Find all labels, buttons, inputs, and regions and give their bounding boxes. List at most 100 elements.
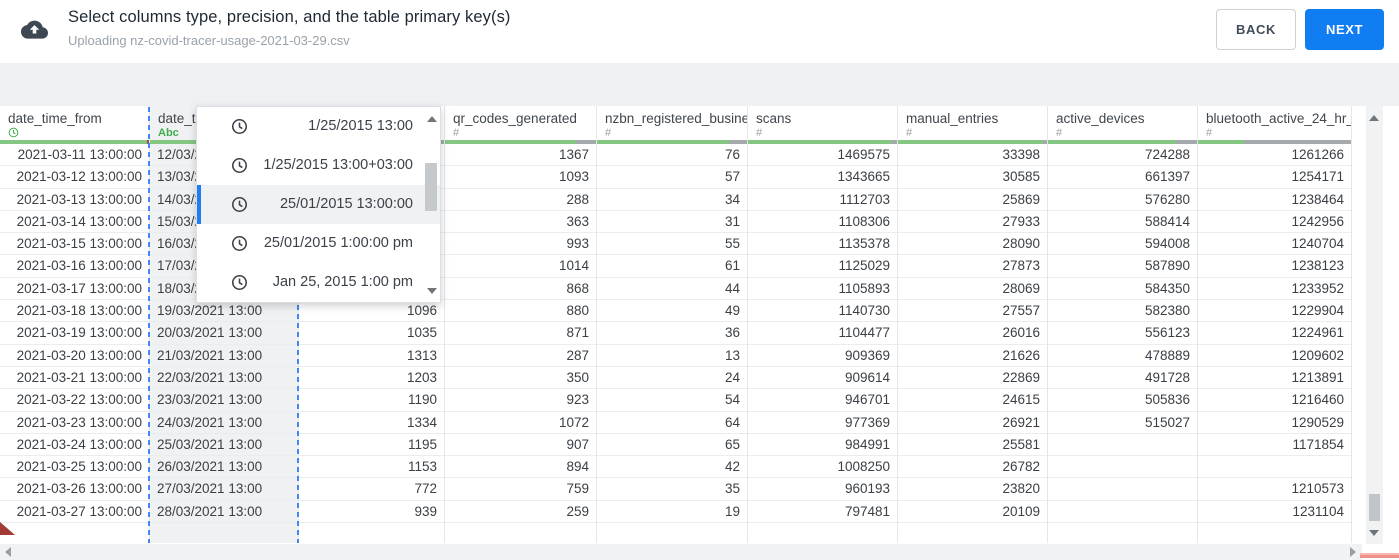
column-header-bluetooth_active_24_hr_[interactable]: bluetooth_active_24_hr_ # xyxy=(1198,106,1351,140)
dropdown-option-label: 25/01/2015 13:00:00 xyxy=(279,196,413,212)
table-cell: 22/03/2021 13:00 xyxy=(150,367,298,390)
table-cell: 1242956 xyxy=(1198,211,1351,234)
table-cell: 55 xyxy=(597,233,747,256)
dropdown-option[interactable]: 1/25/2015 13:00 xyxy=(197,107,440,146)
column-type-indicator: # xyxy=(1056,127,1063,139)
table-cell: 31 xyxy=(597,211,747,234)
table-cell: 36 xyxy=(597,322,747,345)
table-cell: 21/03/2021 13:00 xyxy=(150,345,298,367)
column-header-active_devices[interactable]: active_devices # xyxy=(1048,106,1197,140)
table-cell: 1195 xyxy=(299,434,444,457)
table-cell: 25/03/2021 13:00 xyxy=(150,434,298,457)
table-cell: 25869 xyxy=(898,189,1047,211)
scroll-down-icon[interactable] xyxy=(1369,530,1379,536)
column-name: manual_entries xyxy=(906,111,999,126)
dropdown-option-label: 1/25/2015 13:00+03:00 xyxy=(263,157,413,173)
table-cell: 909369 xyxy=(748,345,897,367)
table-cell: 49 xyxy=(597,300,747,323)
scroll-right-icon[interactable] xyxy=(1350,547,1356,557)
table-cell: 584350 xyxy=(1048,278,1197,301)
table-cell: 880 xyxy=(445,300,596,323)
column-header-date_time_from[interactable]: date_time_from xyxy=(0,106,149,140)
clock-icon xyxy=(231,274,248,296)
table-cell: 1224961 xyxy=(1198,322,1351,345)
clock-icon xyxy=(231,157,248,179)
table-cell: 2021-03-11 13:00:00 xyxy=(0,144,149,167)
table-cell: 1093 xyxy=(445,166,596,189)
scroll-up-icon[interactable] xyxy=(1369,115,1379,121)
table-cell: 576280 xyxy=(1048,189,1197,211)
table-cell: 26016 xyxy=(898,322,1047,345)
table-cell: 2021-03-23 13:00:00 xyxy=(0,412,149,434)
next-button[interactable]: NEXT xyxy=(1305,9,1384,50)
column-name: nzbn_registered_busine xyxy=(605,111,747,126)
table-cell: 21626 xyxy=(898,345,1047,367)
column-header-manual_entries[interactable]: manual_entries # xyxy=(898,106,1047,140)
table-cell: 28069 xyxy=(898,278,1047,301)
clock-icon xyxy=(231,196,248,218)
table-column-scans: scans #1469575 1343665 1112703 1108306 113537… xyxy=(748,106,898,543)
table-cell: 33398 xyxy=(898,144,1047,167)
table-cell: 1213891 xyxy=(1198,367,1351,390)
table-cell: 65 xyxy=(597,434,747,457)
table-cell: 2021-03-24 13:00:00 xyxy=(0,434,149,457)
table-cell: 515027 xyxy=(1048,412,1197,434)
table-cell: 28090 xyxy=(898,233,1047,256)
table-cell: 923 xyxy=(445,389,596,412)
dropdown-scroll-up-icon[interactable] xyxy=(427,116,437,122)
table-cell: 13 xyxy=(597,345,747,367)
selected-option-bar xyxy=(197,185,201,224)
table-cell: 42 xyxy=(597,456,747,479)
table-column-active_devices: active_devices #724288 661397 576280 588414 5… xyxy=(1048,106,1198,543)
table-cell: 1254171 xyxy=(1198,166,1351,189)
table-cell: 24/03/2021 13:00 xyxy=(150,412,298,434)
table-cell: 44 xyxy=(597,278,747,301)
table-cell: 871 xyxy=(445,322,596,345)
table-cell: 909614 xyxy=(748,367,897,390)
table-cell: 2021-03-18 13:00:00 xyxy=(0,300,149,323)
more-rows-flag-icon xyxy=(0,522,15,535)
column-name: active_devices xyxy=(1056,111,1145,126)
back-button[interactable]: BACK xyxy=(1216,9,1296,50)
table-cell: 22869 xyxy=(898,367,1047,390)
table-cell xyxy=(1048,478,1197,501)
table-cell: 2021-03-16 13:00:00 xyxy=(0,255,149,278)
table-cell: 2021-03-22 13:00:00 xyxy=(0,389,149,412)
vertical-scrollbar[interactable] xyxy=(1366,106,1383,544)
table-cell: 2021-03-26 13:00:00 xyxy=(0,478,149,501)
dropdown-option[interactable]: Jan 25, 2015 1:00 pm xyxy=(197,263,440,302)
table-cell: 2021-03-12 13:00:00 xyxy=(0,166,149,189)
dropdown-option[interactable]: 25/01/2015 1:00:00 pm xyxy=(197,224,440,263)
table-column-manual_entries: manual_entries #33398 30585 25869 27933 28090… xyxy=(898,106,1048,543)
table-cell: 594008 xyxy=(1048,233,1197,256)
table-cell: 478889 xyxy=(1048,345,1197,367)
table-cell: 35 xyxy=(597,478,747,501)
dropdown-option[interactable]: 1/25/2015 13:00+03:00 xyxy=(197,146,440,185)
table-cell: 34 xyxy=(597,189,747,211)
table-cell: 1104477 xyxy=(748,322,897,345)
scroll-left-icon[interactable] xyxy=(5,547,11,557)
page-subtitle: Uploading nz-covid-tracer-usage-2021-03-… xyxy=(68,33,350,48)
table-column-nzbn_registered_busine: nzbn_registered_busine #76 57 34 31 55 61 44 49 3… xyxy=(597,106,748,543)
column-header-scans[interactable]: scans # xyxy=(748,106,897,140)
vertical-scrollbar-thumb[interactable] xyxy=(1369,494,1380,521)
table-cell: 1035 xyxy=(299,322,444,345)
corner-progress-bar xyxy=(1360,553,1399,558)
table-cell: 960193 xyxy=(748,478,897,501)
table-cell: 1238464 xyxy=(1198,189,1351,211)
column-type-indicator: # xyxy=(1206,127,1213,139)
table-cell: 556123 xyxy=(1048,322,1197,345)
column-name: scans xyxy=(756,111,792,126)
horizontal-scrollbar[interactable] xyxy=(0,544,1362,560)
column-header-nzbn_registered_busine[interactable]: nzbn_registered_busine # xyxy=(597,106,747,140)
dropdown-scroll-down-icon[interactable] xyxy=(427,288,437,294)
column-name: date_time_from xyxy=(8,111,102,126)
table-cell: 2021-03-27 13:00:00 xyxy=(0,501,149,524)
page-title: Select columns type, precision, and the … xyxy=(68,8,511,26)
dropdown-scrollbar-thumb[interactable] xyxy=(425,163,437,211)
app: Select columns type, precision, and the … xyxy=(0,0,1399,560)
column-header-qr_codes_generated[interactable]: qr_codes_generated # xyxy=(445,106,596,140)
table-cell: 587890 xyxy=(1048,255,1197,278)
table-cell: 2021-03-21 13:00:00 xyxy=(0,367,149,390)
dropdown-option[interactable]: 25/01/2015 13:00:00 xyxy=(197,185,440,224)
